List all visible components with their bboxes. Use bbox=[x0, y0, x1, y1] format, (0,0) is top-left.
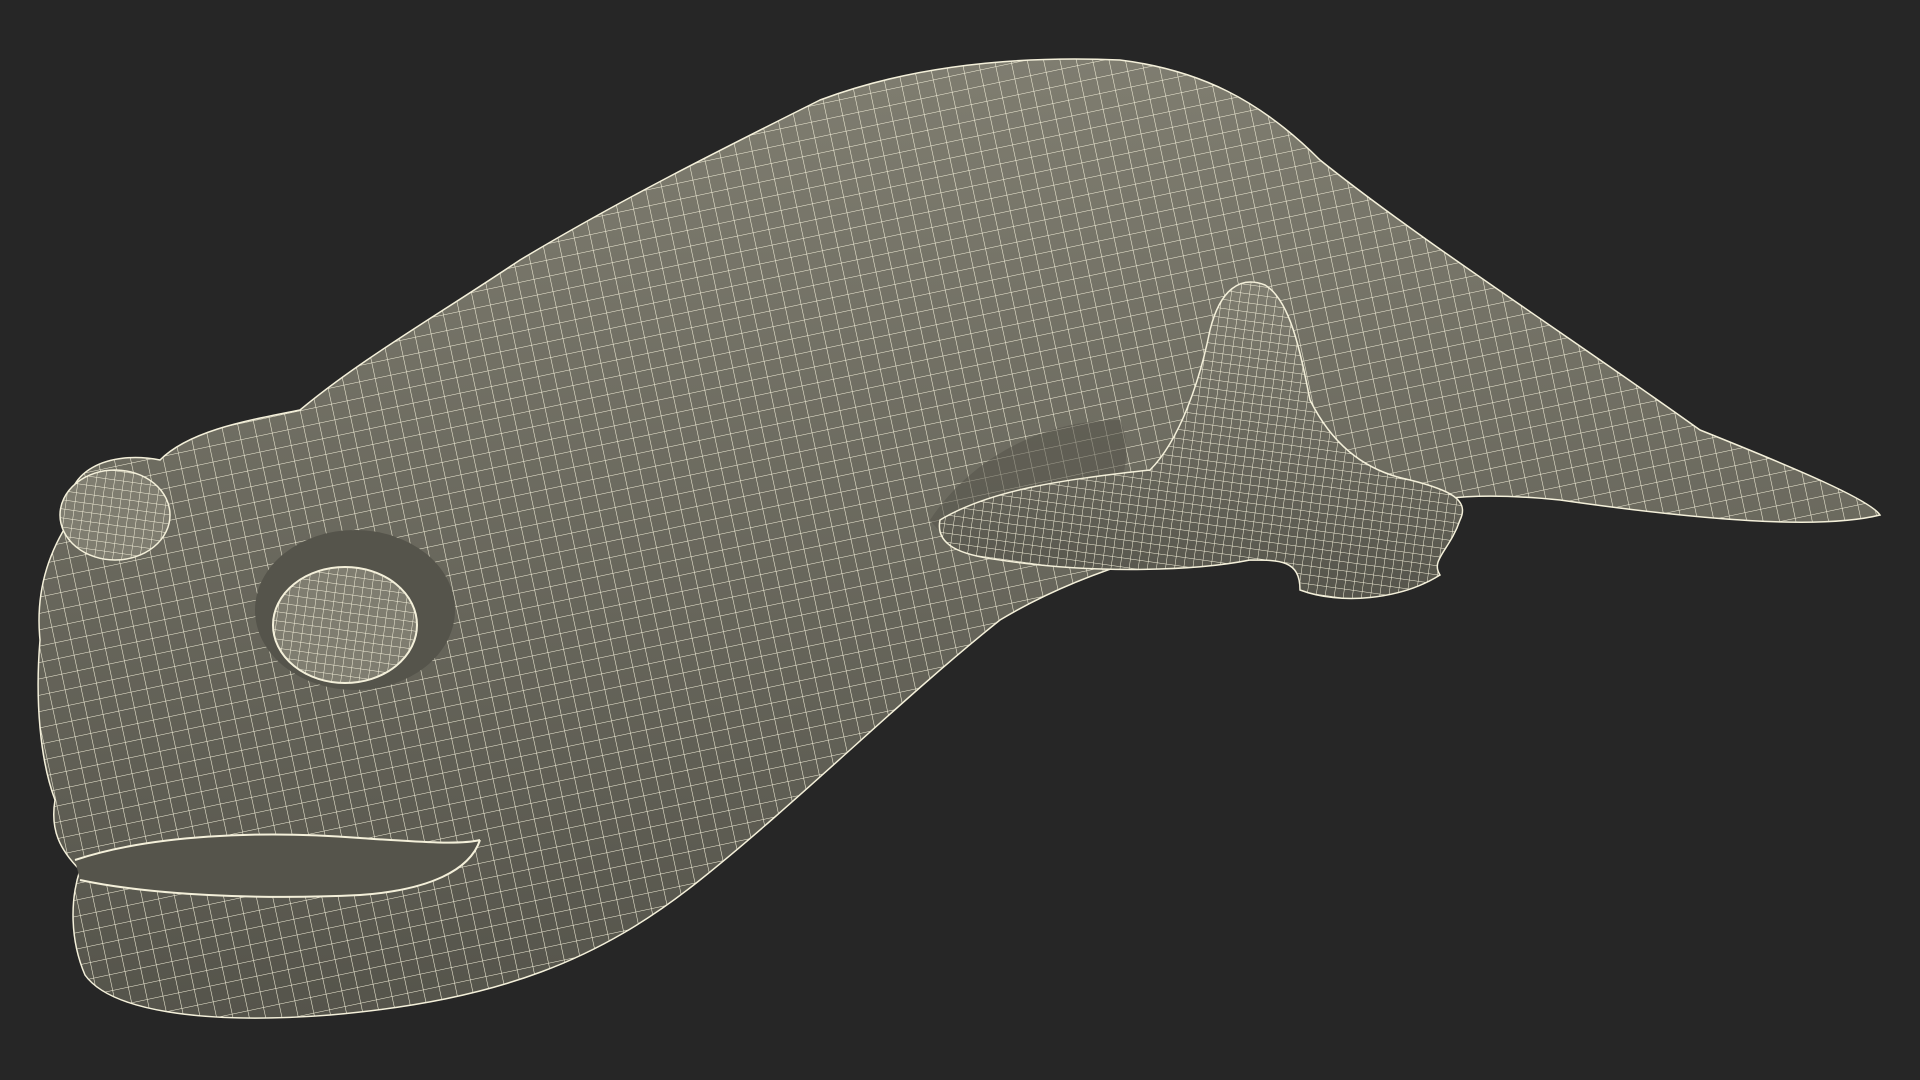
creature-eye bbox=[255, 530, 455, 690]
creature-nostril bbox=[59, 469, 171, 561]
wireframe-render bbox=[37, 58, 1882, 1019]
3d-viewport[interactable] bbox=[0, 0, 1920, 1080]
